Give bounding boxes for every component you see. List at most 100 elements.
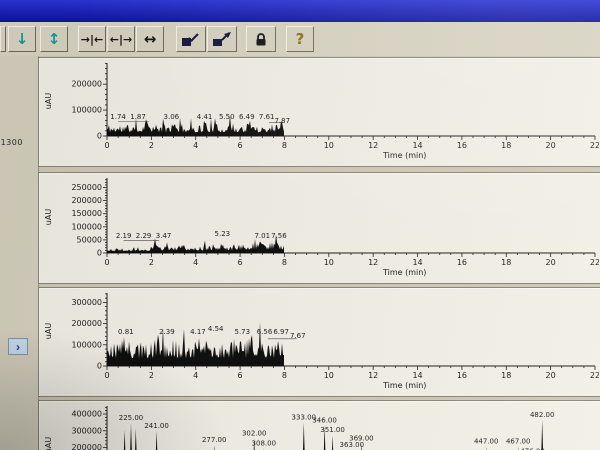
x-axis-title: Time (min) <box>382 151 426 160</box>
peak-label: 6.49 <box>239 113 255 121</box>
spectrum-peak-label: 447.00 <box>474 438 499 446</box>
compress-x-axis-button[interactable]: →|← <box>78 26 106 52</box>
peak-label: 7.56 <box>271 232 287 240</box>
x-tick-label: 12 <box>368 371 378 380</box>
separate-signals-button[interactable] <box>207 26 237 52</box>
y-tick-label: 250000 <box>71 183 102 192</box>
x-tick-label: 20 <box>546 371 556 380</box>
x-tick-label: 0 <box>104 371 109 380</box>
spectrum-peak <box>213 445 215 450</box>
peak-label: 0.81 <box>118 328 134 336</box>
padlock-icon <box>256 33 266 46</box>
peak-label: 4.41 <box>197 113 213 121</box>
scale-down-arrow-button[interactable]: ↓ <box>8 26 36 52</box>
x-tick-label: 18 <box>501 141 511 150</box>
peak-label: 7.01 <box>254 232 270 240</box>
compress-horizontal-icon: →|← <box>80 32 104 46</box>
clipped-run-label: 01300 <box>0 138 23 147</box>
x-tick-label: 4 <box>193 258 198 267</box>
x-tick-label: 12 <box>368 141 378 150</box>
spectrum-peak-label: 467.00 <box>506 438 531 446</box>
title-bar <box>0 0 600 22</box>
y-tick-label: 100000 <box>71 222 102 231</box>
full-range-x-button[interactable]: ↔ <box>136 26 164 52</box>
lock-button[interactable] <box>246 26 276 52</box>
expand-panel-button[interactable]: › <box>8 338 28 355</box>
peak-label: 3.47 <box>156 232 172 240</box>
spectrum-peak-label: 346.00 <box>312 417 337 425</box>
peak-label: 4.17 <box>190 328 206 336</box>
peak-label: 1.87 <box>130 113 146 121</box>
y-tick-label: 300000 <box>71 298 102 307</box>
x-tick-label: 2 <box>149 141 154 150</box>
help-button[interactable]: ? <box>286 26 314 52</box>
spectrum-peak <box>541 419 544 450</box>
chromatogram-panel-2: 0 2 4 6 8 10 12 14 16 18 20 22 0 50000 100000 150000 200… <box>38 172 600 284</box>
y-tick-label: 0 <box>97 362 102 371</box>
peak-label: 6.97 <box>273 328 289 336</box>
autoscale-vertical-button[interactable]: ↕ <box>40 26 68 52</box>
x-tick-label: 20 <box>546 141 556 150</box>
x-tick-label: 18 <box>501 258 511 267</box>
spectrum-peak <box>135 428 137 450</box>
x-tick-label: 2 <box>149 371 154 380</box>
clipped-edge-button[interactable] <box>0 26 6 52</box>
x-tick-label: 22 <box>590 141 599 150</box>
y-tick-label: 150000 <box>71 209 102 218</box>
x-tick-label: 14 <box>412 141 422 150</box>
x-tick-label: 8 <box>282 258 287 267</box>
peak-label: 1.74 <box>110 113 126 121</box>
application-window: ↓↕→|←←|→↔? 01300 › 024681012141618202201… <box>0 0 600 450</box>
spectrum-peak-label: 351.00 <box>320 426 345 434</box>
y-tick-label: 200000 <box>71 319 102 328</box>
peak-label: 5.50 <box>219 113 235 121</box>
question-mark-icon: ? <box>295 29 305 48</box>
peak-label: 7.61 <box>259 113 275 121</box>
x-tick-label: 6 <box>238 371 243 380</box>
x-tick-label: 20 <box>546 258 556 267</box>
x-axis-title: Time (min) <box>382 268 426 277</box>
x-tick-label: 16 <box>457 371 467 380</box>
expand-x-axis-button[interactable]: ←|→ <box>107 26 135 52</box>
y-tick-label: 400000 <box>71 410 102 419</box>
chevron-right-icon: › <box>16 339 20 354</box>
y-axis-title: uAU <box>44 93 53 110</box>
left-margin-column: 01300 › <box>0 56 39 450</box>
spectrum-peak-label: 241.00 <box>144 422 169 430</box>
chromatogram-plot: 0 2 4 6 8 10 12 14 16 18 20 22 0 100000 200000 uAU Time … <box>44 63 600 160</box>
x-tick-label: 4 <box>193 371 198 380</box>
peak-label: 7.67 <box>290 332 306 340</box>
peak-label: 6.56 <box>257 328 273 336</box>
peak-label: 3.06 <box>164 113 180 121</box>
spectrum-peak-label: 225.00 <box>119 414 144 422</box>
spectrum-peak <box>123 429 126 450</box>
peak-label: 2.19 <box>116 232 132 240</box>
chromatogram-plot: 0 2 4 6 8 10 12 14 16 18 20 22 0 50000 100000 150000 200… <box>44 178 600 277</box>
x-tick-label: 16 <box>457 258 467 267</box>
x-tick-label: 16 <box>457 141 467 150</box>
spectrum-peak <box>302 422 305 450</box>
spectrum-peak-label: 302.00 <box>242 429 267 437</box>
spectrum-peak-label: 369.00 <box>349 434 374 442</box>
x-tick-label: 10 <box>324 258 334 267</box>
x-tick-label: 10 <box>324 371 334 380</box>
x-tick-label: 18 <box>501 371 511 380</box>
spectrum-peak-label: 277.00 <box>202 436 227 444</box>
overlay-signals-button[interactable] <box>176 26 206 52</box>
x-tick-label: 12 <box>368 258 378 267</box>
y-axis-title: uAU <box>44 209 53 226</box>
peak-label: 5.23 <box>215 230 231 238</box>
peak-label: 7.87 <box>274 117 290 125</box>
x-tick-label: 8 <box>282 141 287 150</box>
spectrum-peak-label: 308.00 <box>252 439 276 447</box>
chromatogram-panel-3: 0 2 4 6 8 10 12 14 16 18 20 22 0 100000 200000 300000 uA… <box>38 287 600 397</box>
y-tick-label: 100000 <box>71 106 102 115</box>
spectrum-peak <box>155 430 158 450</box>
y-tick-label: 0 <box>97 132 102 141</box>
x-tick-label: 2 <box>149 258 154 267</box>
y-tick-label: 0 <box>97 249 102 258</box>
down-arrow-icon: ↓ <box>15 29 29 48</box>
spectrum-peak-label: 482.00 <box>530 411 555 419</box>
x-tick-label: 4 <box>193 141 198 150</box>
y-tick-label: 200000 <box>71 196 102 205</box>
